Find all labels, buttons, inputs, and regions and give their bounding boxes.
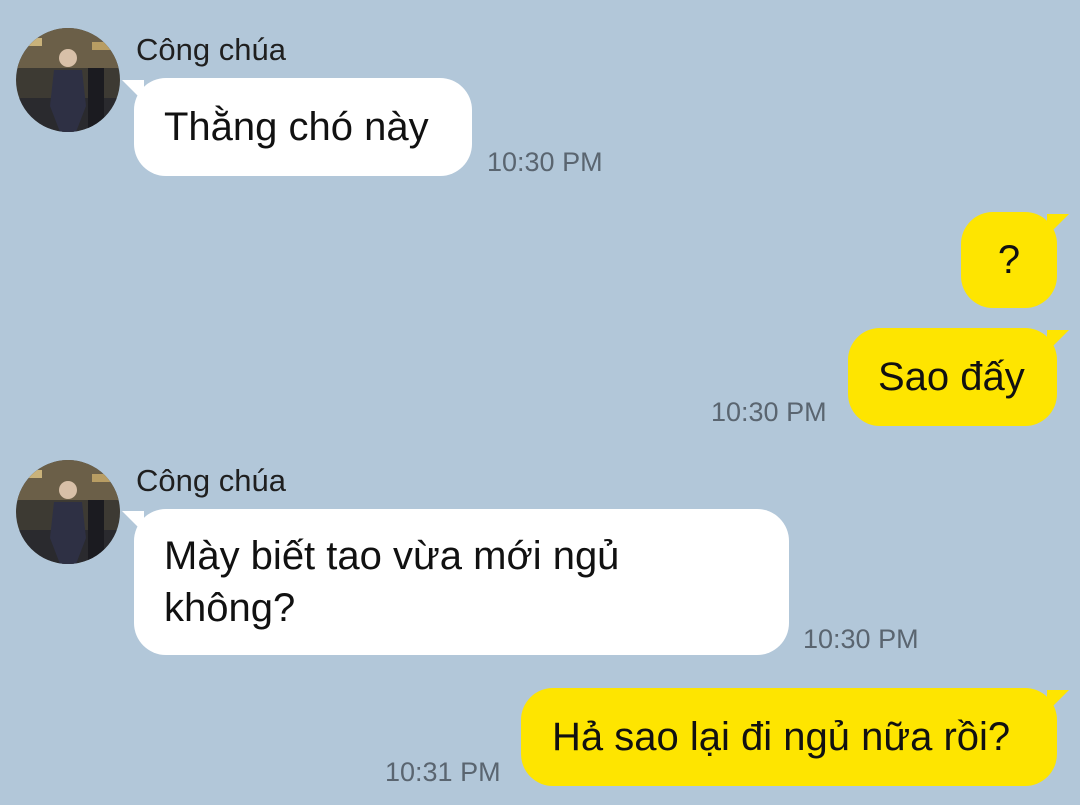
- avatar-photo-icon: [16, 28, 120, 132]
- sender-name: Công chúa: [136, 32, 286, 67]
- outgoing-message-bubble[interactable]: ?: [961, 212, 1069, 308]
- sender-avatar[interactable]: [16, 460, 120, 564]
- message-timestamp: 10:30 PM: [711, 397, 827, 427]
- incoming-message-bubble[interactable]: Mày biết tao vừa mới ngủ không?: [122, 509, 789, 655]
- message-timestamp: 10:30 PM: [487, 147, 603, 177]
- sender-name: Công chúa: [136, 463, 286, 498]
- message-text: Sao đấy: [878, 355, 1025, 399]
- sender-avatar[interactable]: [16, 28, 120, 132]
- message-timestamp: 10:30 PM: [803, 624, 919, 654]
- message-text: Thằng chó này: [164, 105, 429, 149]
- outgoing-message-bubble[interactable]: Sao đấy: [848, 328, 1069, 426]
- outgoing-message-bubble[interactable]: Hả sao lại đi ngủ nữa rồi?: [521, 688, 1069, 786]
- message-text: Hả sao lại đi ngủ nữa rồi?: [552, 715, 1011, 759]
- avatar-photo-icon: [16, 460, 120, 564]
- incoming-message-bubble[interactable]: Thằng chó này: [122, 78, 472, 176]
- message-timestamp: 10:31 PM: [385, 757, 501, 787]
- message-text: Mày biết tao vừa mới ngủ không?: [164, 534, 620, 630]
- message-text: ?: [997, 238, 1021, 282]
